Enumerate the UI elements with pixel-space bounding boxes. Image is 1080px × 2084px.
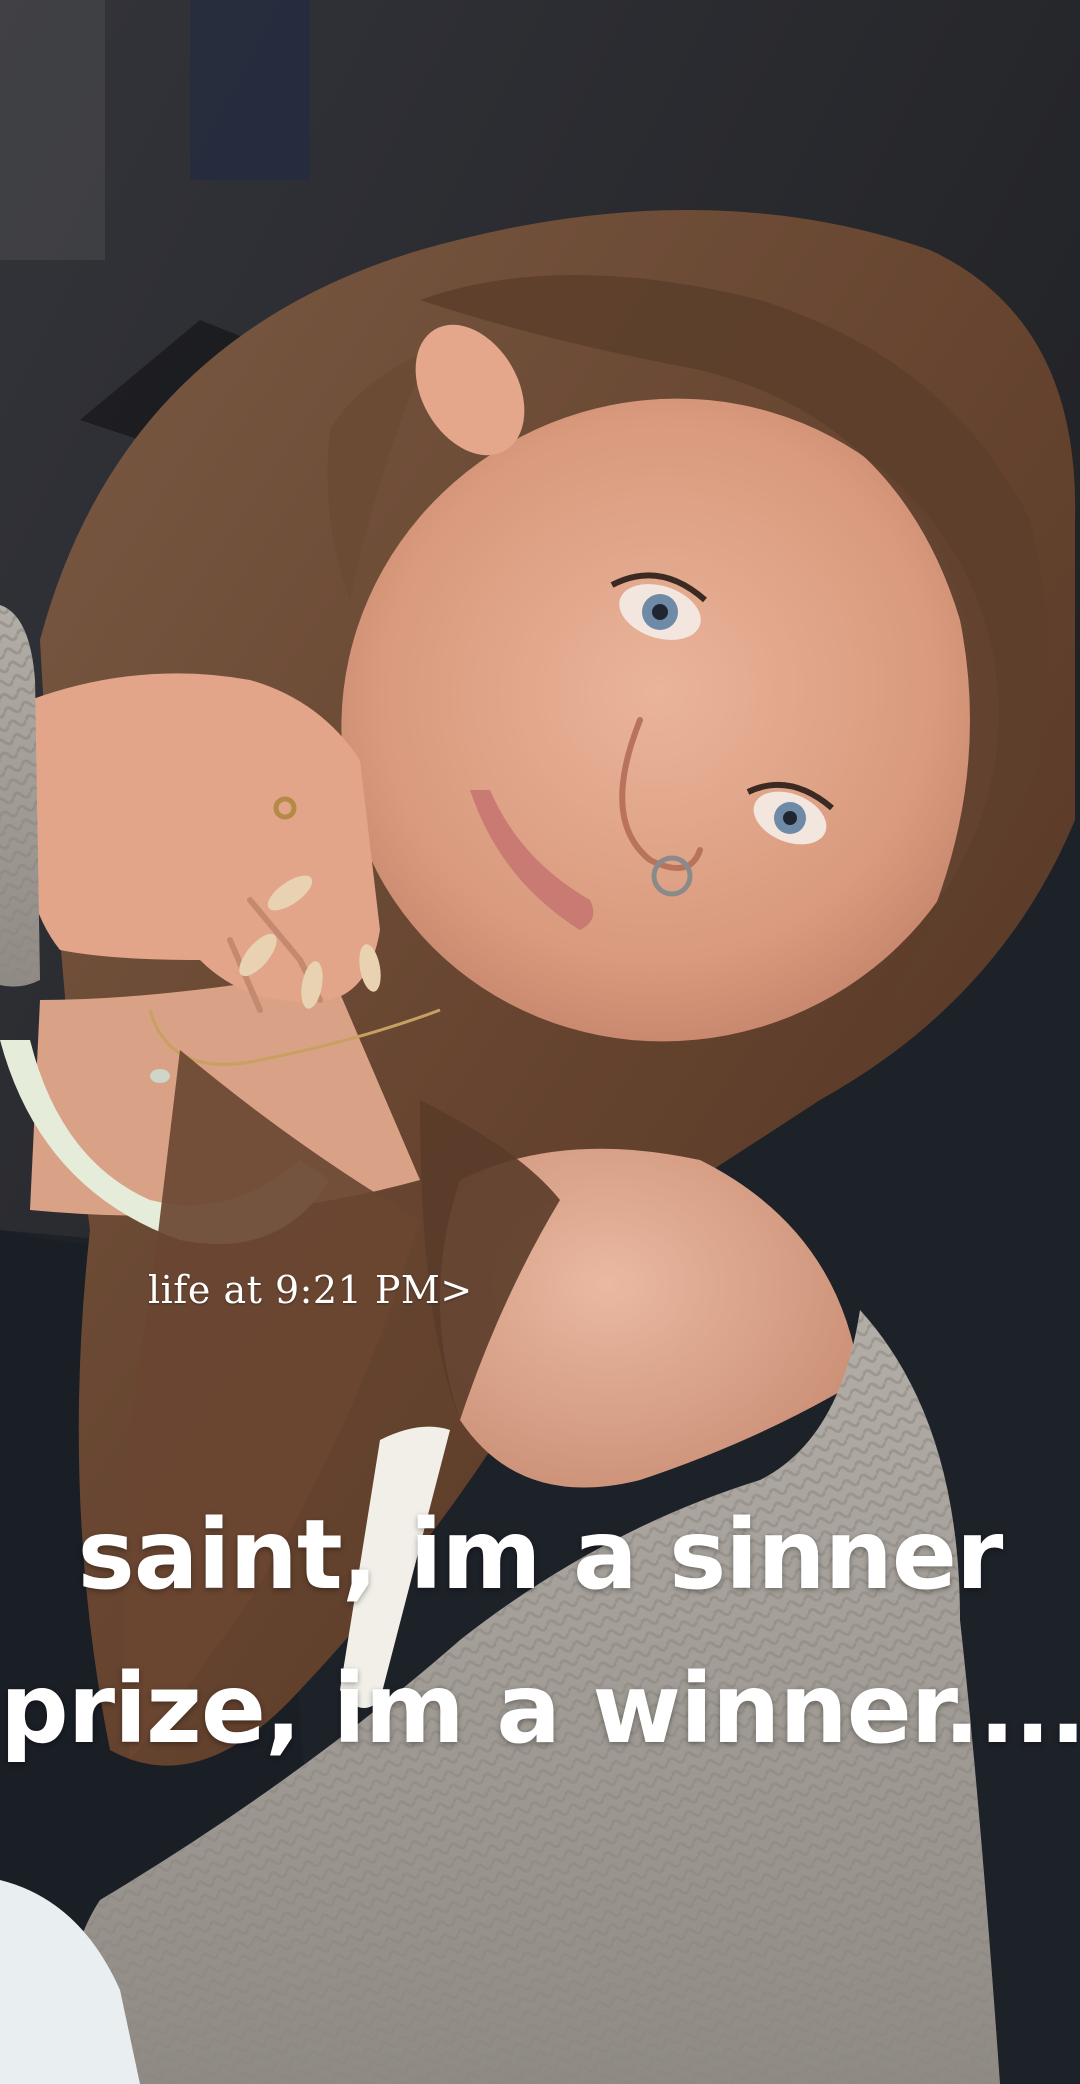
story-timestamp: life at 9:21 PM> <box>148 1268 473 1312</box>
caption-line-1: saint, im a sinner <box>77 1499 1004 1611</box>
caption-line-2: prize, im a winner.... <box>0 1653 1080 1765</box>
story-screen: life at 9:21 PM> saint, im a sinner priz… <box>0 0 1080 2084</box>
lyric-caption: saint, im a sinner prize, im a winner...… <box>0 1478 1080 1786</box>
